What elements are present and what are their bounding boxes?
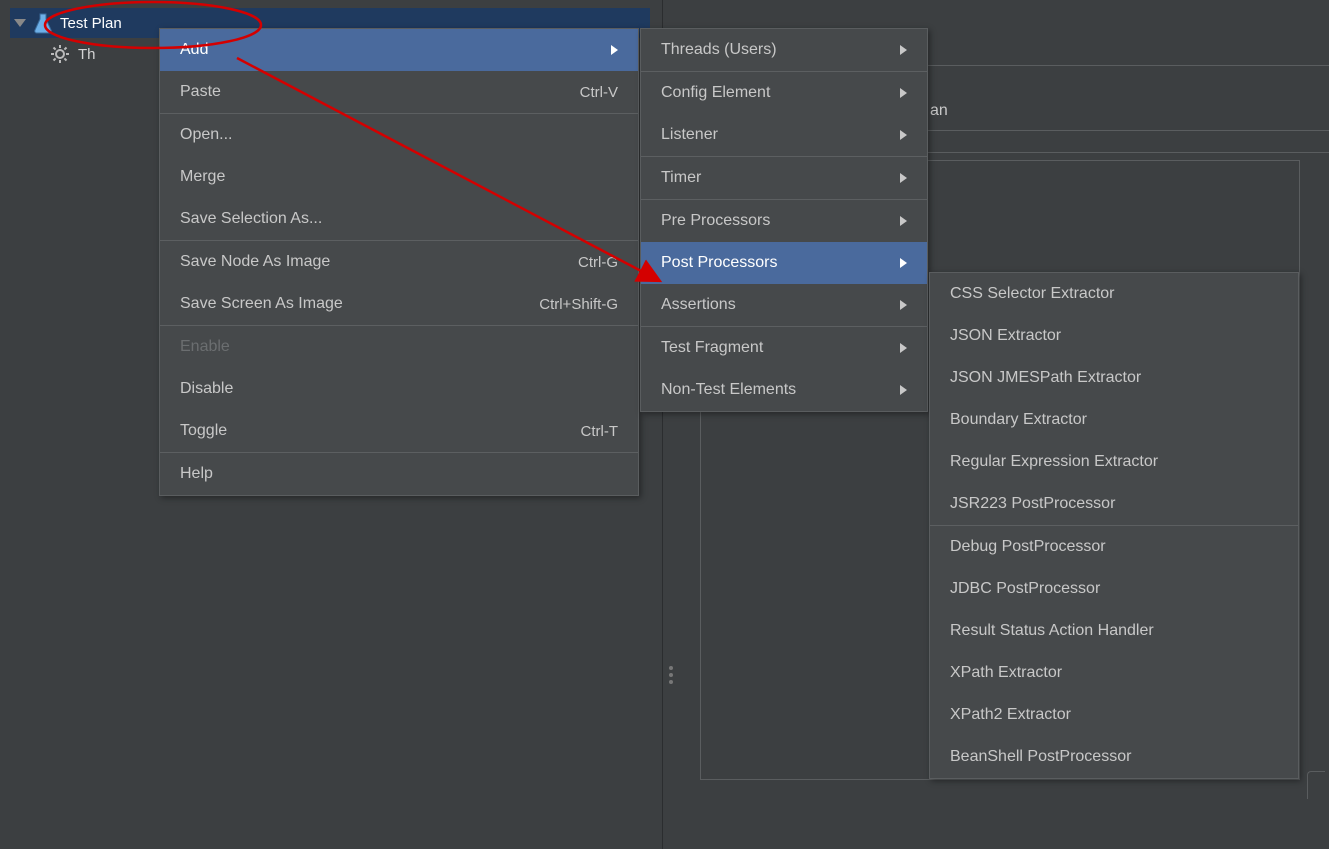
post-processors-item[interactable]: JDBC PostProcessor bbox=[930, 568, 1298, 610]
post-processors-item[interactable]: JSON Extractor bbox=[930, 315, 1298, 357]
post-processors-item-label: JSR223 PostProcessor bbox=[950, 495, 1115, 513]
add-submenu-item-label: Timer bbox=[661, 169, 701, 187]
background-partial-text: an bbox=[930, 102, 948, 120]
submenu-arrow-icon bbox=[900, 300, 907, 310]
add-submenu-item[interactable]: Threads (Users) bbox=[641, 29, 927, 71]
context-menu-item[interactable]: Open... bbox=[160, 114, 638, 156]
post-processors-item-label: Debug PostProcessor bbox=[950, 538, 1106, 556]
add-submenu-item[interactable]: Config Element bbox=[641, 72, 927, 114]
post-processors-item-label: XPath2 Extractor bbox=[950, 706, 1071, 724]
context-menu-item-label: Save Screen As Image bbox=[180, 295, 343, 313]
add-submenu-item[interactable]: Post Processors bbox=[641, 242, 927, 284]
context-menu-item-label: Help bbox=[180, 465, 213, 483]
context-menu-item[interactable]: Save Screen As Image Ctrl+Shift-G bbox=[160, 283, 638, 325]
submenu-arrow-icon bbox=[900, 216, 907, 226]
post-processors-item-label: CSS Selector Extractor bbox=[950, 285, 1115, 303]
add-submenu-item-label: Test Fragment bbox=[661, 339, 763, 357]
tree-node-label: Test Plan bbox=[60, 15, 122, 32]
post-processors-item-label: Result Status Action Handler bbox=[950, 622, 1154, 640]
context-menu-item[interactable]: Paste Ctrl-V bbox=[160, 71, 638, 113]
post-processors-item-label: Boundary Extractor bbox=[950, 411, 1087, 429]
gear-icon bbox=[50, 44, 70, 64]
context-menu-item-label: Save Node As Image bbox=[180, 253, 330, 271]
add-submenu-item-label: Assertions bbox=[661, 296, 736, 314]
context-menu-item: Enable bbox=[160, 326, 638, 368]
submenu-arrow-icon bbox=[611, 45, 618, 55]
add-submenu-item[interactable]: Listener bbox=[641, 114, 927, 156]
context-menu-item[interactable]: Save Selection As... bbox=[160, 198, 638, 240]
post-processors-item[interactable]: Debug PostProcessor bbox=[930, 526, 1298, 568]
post-processors-item[interactable]: XPath Extractor bbox=[930, 652, 1298, 694]
post-processors-submenu: CSS Selector Extractor JSON Extractor JSON… bbox=[929, 272, 1299, 779]
post-processors-item[interactable]: XPath2 Extractor bbox=[930, 694, 1298, 736]
add-submenu: Threads (Users) Config Element Listener Tim… bbox=[640, 28, 928, 412]
submenu-arrow-icon bbox=[900, 385, 907, 395]
context-menu-item[interactable]: Disable bbox=[160, 368, 638, 410]
post-processors-item-label: JDBC PostProcessor bbox=[950, 580, 1100, 598]
add-submenu-item[interactable]: Assertions bbox=[641, 284, 927, 326]
menu-shortcut: Ctrl+Shift-G bbox=[539, 296, 618, 313]
context-menu-item-label: Disable bbox=[180, 380, 233, 398]
add-submenu-item-label: Threads (Users) bbox=[661, 41, 777, 59]
corner-fragment bbox=[1307, 771, 1325, 799]
context-menu-item-label: Add bbox=[180, 41, 208, 59]
post-processors-item[interactable]: Boundary Extractor bbox=[930, 399, 1298, 441]
context-menu-item-label: Toggle bbox=[180, 422, 227, 440]
menu-shortcut: Ctrl-G bbox=[578, 254, 618, 271]
add-submenu-item[interactable]: Pre Processors bbox=[641, 200, 927, 242]
submenu-arrow-icon bbox=[900, 88, 907, 98]
post-processors-item[interactable]: JSON JMESPath Extractor bbox=[930, 357, 1298, 399]
context-menu-item-label: Save Selection As... bbox=[180, 210, 322, 228]
add-submenu-item-label: Listener bbox=[661, 126, 718, 144]
flask-icon bbox=[34, 12, 52, 34]
menu-shortcut: Ctrl-V bbox=[580, 84, 618, 101]
add-submenu-item[interactable]: Non-Test Elements bbox=[641, 369, 927, 411]
add-submenu-item-label: Pre Processors bbox=[661, 212, 770, 230]
add-submenu-item[interactable]: Timer bbox=[641, 157, 927, 199]
context-menu-item[interactable]: Add bbox=[160, 29, 638, 71]
post-processors-item-label: JSON Extractor bbox=[950, 327, 1061, 345]
menu-shortcut: Ctrl-T bbox=[581, 423, 619, 440]
post-processors-item-label: XPath Extractor bbox=[950, 664, 1062, 682]
post-processors-item-label: BeanShell PostProcessor bbox=[950, 748, 1131, 766]
context-menu-item[interactable]: Merge bbox=[160, 156, 638, 198]
add-submenu-item-label: Non-Test Elements bbox=[661, 381, 796, 399]
expand-triangle-icon[interactable] bbox=[14, 19, 26, 27]
post-processors-item-label: Regular Expression Extractor bbox=[950, 453, 1158, 471]
context-menu-item-label: Merge bbox=[180, 168, 225, 186]
submenu-arrow-icon bbox=[900, 343, 907, 353]
submenu-arrow-icon bbox=[900, 173, 907, 183]
splitter-handle[interactable] bbox=[669, 666, 673, 684]
post-processors-item-label: JSON JMESPath Extractor bbox=[950, 369, 1141, 387]
context-menu: Add Paste Ctrl-V Open... Merge Save Selection… bbox=[159, 28, 639, 496]
post-processors-item[interactable]: JSR223 PostProcessor bbox=[930, 483, 1298, 525]
context-menu-item-label: Open... bbox=[180, 126, 232, 144]
post-processors-item[interactable]: CSS Selector Extractor bbox=[930, 273, 1298, 315]
context-menu-item-label: Enable bbox=[180, 338, 230, 356]
context-menu-item-label: Paste bbox=[180, 83, 221, 101]
add-submenu-item[interactable]: Test Fragment bbox=[641, 327, 927, 369]
post-processors-item[interactable]: Result Status Action Handler bbox=[930, 610, 1298, 652]
add-submenu-item-label: Config Element bbox=[661, 84, 770, 102]
submenu-arrow-icon bbox=[900, 45, 907, 55]
add-submenu-item-label: Post Processors bbox=[661, 254, 777, 272]
context-menu-item[interactable]: Toggle Ctrl-T bbox=[160, 410, 638, 452]
tree-node-label: Th bbox=[78, 46, 96, 63]
context-menu-item[interactable]: Help bbox=[160, 453, 638, 495]
submenu-arrow-icon bbox=[900, 258, 907, 268]
post-processors-item[interactable]: BeanShell PostProcessor bbox=[930, 736, 1298, 778]
context-menu-item[interactable]: Save Node As Image Ctrl-G bbox=[160, 241, 638, 283]
post-processors-item[interactable]: Regular Expression Extractor bbox=[930, 441, 1298, 483]
tree-node-child[interactable]: Th bbox=[50, 44, 96, 64]
submenu-arrow-icon bbox=[900, 130, 907, 140]
